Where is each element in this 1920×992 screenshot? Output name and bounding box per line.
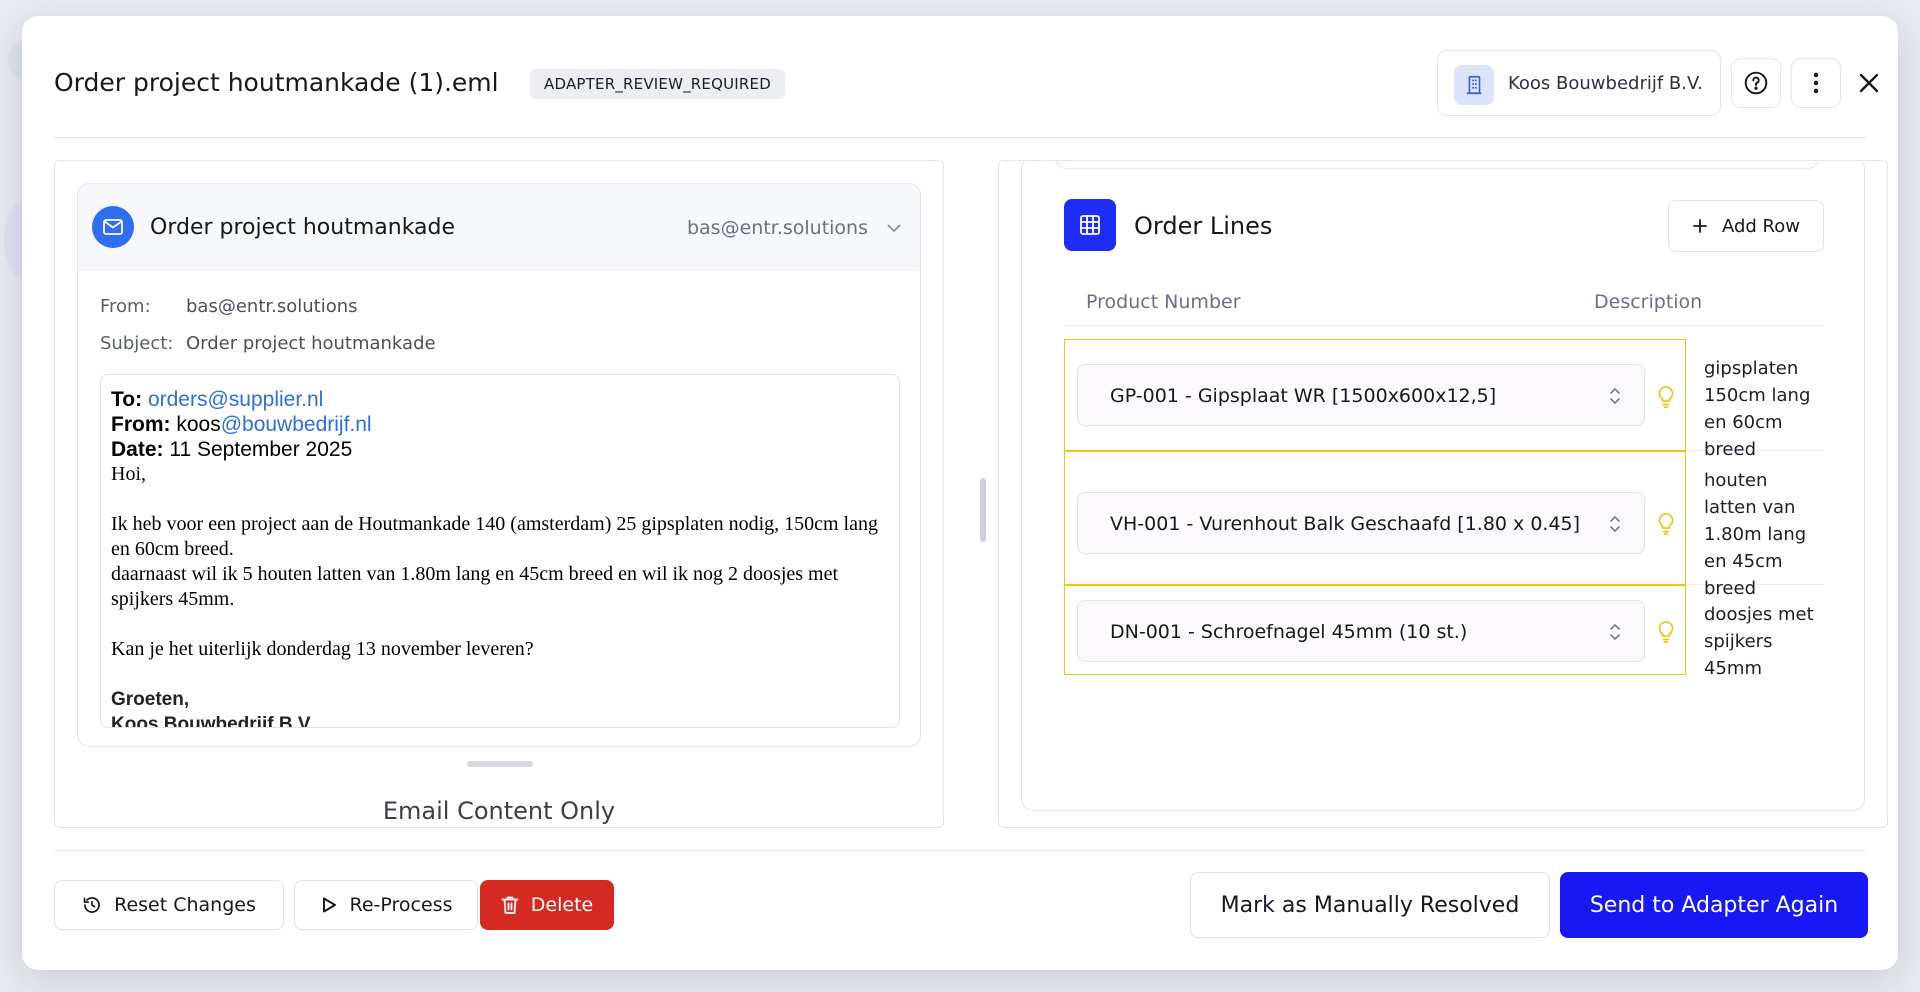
column-header-product: Product Number — [1086, 291, 1241, 313]
resize-handle[interactable] — [467, 761, 533, 767]
table-row: GP-001 - Gipsplaat WR [1500x600x12,5] gi… — [1064, 339, 1824, 460]
email-card: Order project houtmankade bas@entr.solut… — [77, 183, 921, 747]
chevron-down-icon[interactable] — [884, 218, 904, 238]
building-icon — [1454, 65, 1494, 105]
product-select[interactable]: VH-001 - Vurenhout Balk Geschaafd [1.80 … — [1077, 492, 1645, 554]
help-icon — [1744, 71, 1768, 95]
product-select[interactable]: GP-001 - Gipsplaat WR [1500x600x12,5] — [1077, 364, 1645, 426]
lightbulb-icon[interactable] — [1657, 511, 1675, 535]
from-label: From: — [100, 296, 151, 317]
product-value: VH-001 - Vurenhout Balk Geschaafd [1.80 … — [1110, 513, 1581, 535]
trash-icon — [501, 896, 519, 914]
play-icon — [322, 897, 336, 913]
order-lines-panel: Order Lines Add Row Product Number Descr… — [998, 160, 1888, 828]
email-body[interactable]: To: orders@supplier.nl From: koos@bouwbe… — [100, 374, 900, 728]
email-from-row: From: bas@entr.solutions — [100, 296, 358, 317]
more-options-button[interactable] — [1791, 58, 1841, 108]
send-to-adapter-button[interactable]: Send to Adapter Again — [1560, 872, 1868, 938]
email-date-line: Date: 11 September 2025 — [111, 438, 353, 461]
description-cell[interactable]: gipsplaten 150cm lang en 60cm breed — [1686, 339, 1824, 460]
add-row-button[interactable]: Add Row — [1668, 200, 1824, 252]
email-from-line: From: koos@bouwbedrijf.nl — [111, 413, 372, 436]
product-cell: GP-001 - Gipsplaat WR [1500x600x12,5] — [1064, 339, 1686, 451]
lightbulb-icon[interactable] — [1657, 384, 1675, 408]
page-title: Order project houtmankade (1).eml — [54, 68, 499, 97]
product-value: GP-001 - Gipsplaat WR [1500x600x12,5] — [1110, 385, 1497, 407]
updown-icon — [1610, 388, 1620, 404]
delete-label: Delete — [530, 894, 594, 916]
subject-value: Order project houtmankade — [186, 333, 436, 354]
email-sender: bas@entr.solutions — [686, 217, 868, 239]
paragraph: daarnaast wil ik 5 houten latten van 1.8… — [111, 563, 839, 610]
reprocess-button[interactable]: Re-Process — [294, 880, 478, 930]
reprocess-label: Re-Process — [349, 894, 453, 916]
email-to-line: To: orders@supplier.nl — [111, 388, 324, 411]
to-email-link[interactable]: orders@supplier.nl — [148, 388, 323, 411]
close-button[interactable] — [1854, 68, 1884, 98]
from-email-link[interactable]: @bouwbedrijf.nl — [221, 413, 372, 436]
company-selector[interactable]: Koos Bouwbedrijf B.V. — [1437, 50, 1721, 116]
close-icon — [1859, 73, 1879, 93]
from-value: bas@entr.solutions — [186, 296, 358, 317]
more-vertical-icon — [1813, 72, 1819, 94]
reset-changes-button[interactable]: Reset Changes — [54, 880, 284, 930]
subject-label: Subject: — [100, 333, 174, 354]
product-select[interactable]: DN-001 - Schroefnagel 45mm (10 st.) — [1077, 600, 1645, 662]
updown-icon — [1610, 516, 1620, 532]
email-panel: Order project houtmankade bas@entr.solut… — [54, 160, 944, 828]
signature: Koos Bouwbedrijf B.V — [111, 714, 311, 728]
lightbulb-icon[interactable] — [1657, 619, 1675, 643]
table-row: DN-001 - Schroefnagel 45mm (10 st.) doos… — [1064, 585, 1824, 679]
table-row: VH-001 - Vurenhout Balk Geschaafd [1.80 … — [1064, 451, 1824, 599]
paragraph: Kan je het uiterlijk donderdag 13 novemb… — [111, 638, 534, 660]
view-mode-label: Email Content Only — [382, 797, 616, 825]
table-icon — [1064, 199, 1116, 251]
delete-button[interactable]: Delete — [480, 880, 614, 930]
product-cell: DN-001 - Schroefnagel 45mm (10 st.) — [1064, 585, 1686, 675]
help-button[interactable] — [1731, 58, 1781, 108]
add-row-label: Add Row — [1721, 215, 1800, 237]
email-subject-row: Subject: Order project houtmankade — [100, 333, 436, 354]
updown-icon — [1610, 624, 1620, 640]
description-cell[interactable]: houten latten van 1.80m lang en 45cm bre… — [1686, 451, 1824, 599]
mark-manually-resolved-button[interactable]: Mark as Manually Resolved — [1190, 872, 1550, 938]
history-icon — [83, 897, 100, 913]
status-badge: ADAPTER_REVIEW_REQUIRED — [530, 69, 785, 99]
email-subject-title: Order project houtmankade — [150, 215, 456, 240]
order-lines-title: Order Lines — [1134, 212, 1273, 240]
order-review-modal: Order project houtmankade (1).eml ADAPTE… — [22, 16, 1898, 970]
email-card-header[interactable]: Order project houtmankade bas@entr.solut… — [78, 184, 920, 270]
greeting: Hoi, — [111, 463, 146, 485]
modal-header: Order project houtmankade (1).eml ADAPTE… — [54, 16, 1879, 138]
panel-splitter[interactable] — [980, 478, 986, 542]
plus-icon — [1693, 219, 1707, 233]
company-name: Koos Bouwbedrijf B.V. — [1508, 73, 1703, 94]
column-header-description: Description — [1594, 291, 1703, 313]
product-cell: VH-001 - Vurenhout Balk Geschaafd [1.80 … — [1064, 451, 1686, 585]
reset-label: Reset Changes — [114, 894, 256, 916]
order-lines-card: Order Lines Add Row Product Number Descr… — [1021, 161, 1865, 811]
product-value: DN-001 - Schroefnagel 45mm (10 st.) — [1110, 621, 1468, 643]
email-body-text: Hoi, Ik heb voor een project aan de Hout… — [111, 462, 889, 687]
paragraph: Ik heb voor een project aan de Houtmanka… — [111, 513, 878, 560]
mail-icon — [92, 206, 134, 248]
closing: Groeten, — [111, 689, 190, 710]
description-cell[interactable]: doosjes met spijkers 45mm — [1686, 585, 1824, 679]
